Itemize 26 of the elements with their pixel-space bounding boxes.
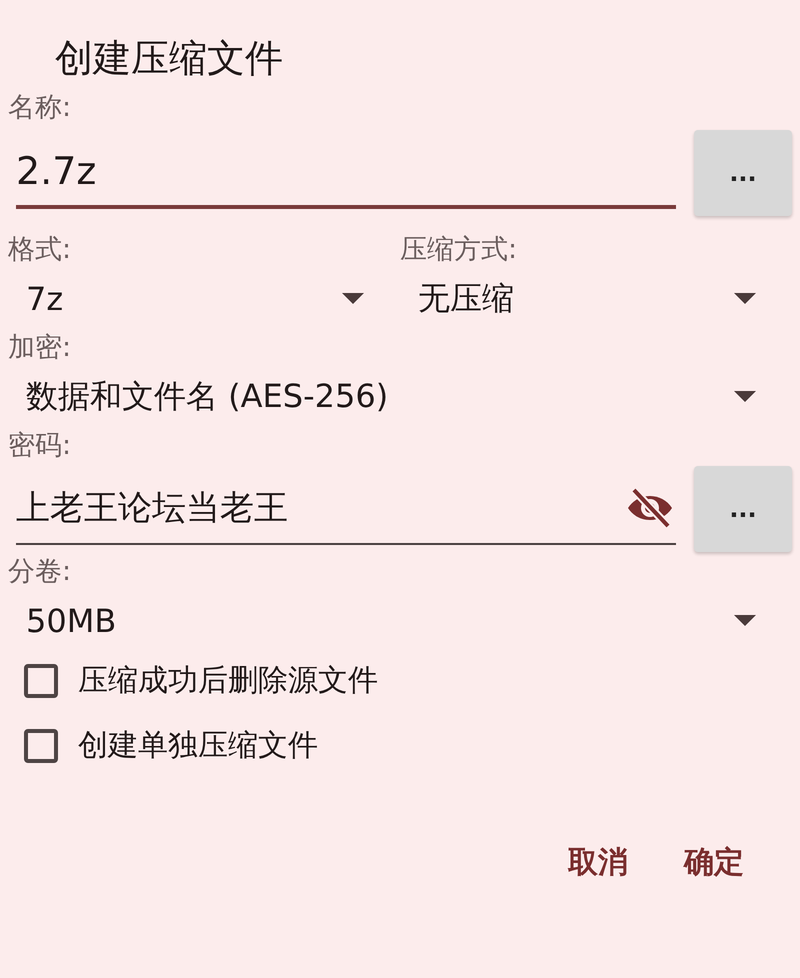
caret-icon (342, 293, 364, 305)
dropdown[interactable]: 7z (8, 270, 400, 328)
dropdown[interactable]: 无压缩 (400, 270, 792, 328)
password-field[interactable]: 上老王论坛当老王 (16, 473, 676, 545)
checkbox-label: 压缩成功后删除源文件 (78, 662, 378, 700)
field-label: 名称: (8, 91, 72, 125)
dropdown[interactable]: 50MB (8, 592, 792, 650)
input-field[interactable]: 2.7z (16, 137, 676, 209)
caret-icon (734, 293, 756, 305)
dropdown[interactable]: 数据和文件名 (AES-256) (8, 368, 792, 426)
field-label: 格式: (8, 233, 72, 267)
options-button[interactable]: ... (694, 466, 792, 552)
caret-icon (734, 615, 756, 627)
field-label: 分卷: (8, 555, 72, 589)
field-label: 密码: (8, 429, 72, 463)
eye-slash-icon[interactable] (626, 488, 674, 528)
ok-button[interactable]: 确定 (676, 834, 752, 891)
field-label: 加密: (8, 331, 72, 365)
checkbox-label: 创建单独压缩文件 (78, 727, 318, 765)
cancel-button[interactable]: 取消 (560, 834, 636, 891)
field-label: 压缩方式: (400, 233, 518, 267)
caret-icon (734, 391, 756, 403)
dialog-title: 创建压缩文件 (55, 35, 284, 82)
checkbox[interactable] (24, 664, 58, 698)
checkbox[interactable] (24, 728, 58, 762)
browse-button[interactable]: ... (694, 130, 792, 216)
